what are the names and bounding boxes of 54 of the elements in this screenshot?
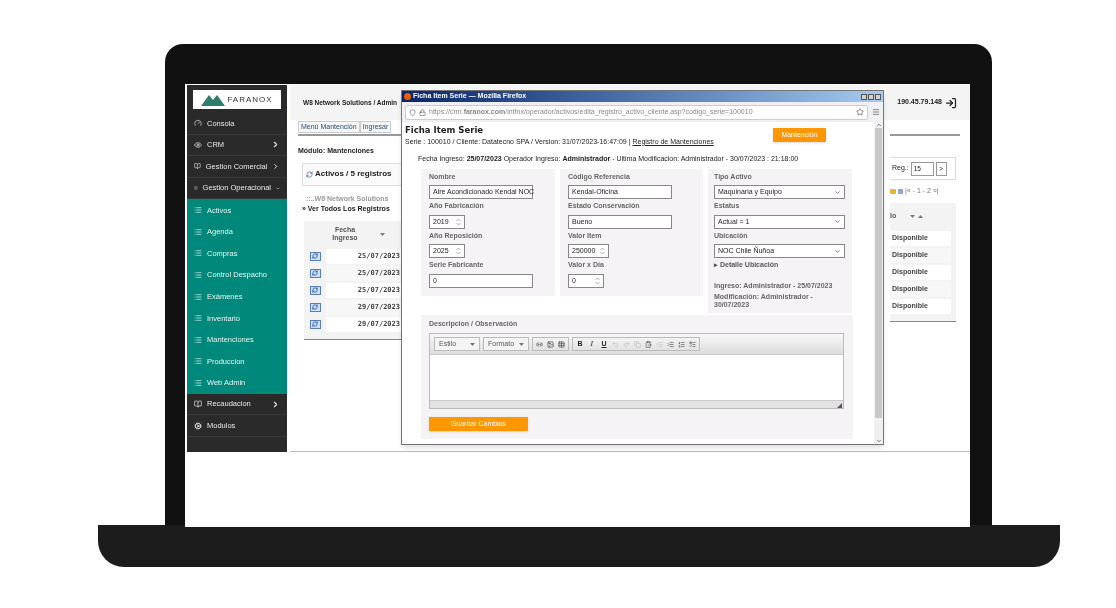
spinner-icon[interactable] (456, 217, 461, 226)
panel-title: Activos / 5 registros (315, 168, 392, 180)
numbered-list-icon[interactable] (678, 340, 685, 348)
edit-icon[interactable] (890, 188, 896, 194)
list-icon (194, 292, 202, 301)
caret-down-icon[interactable] (519, 342, 524, 346)
list-icon (194, 206, 202, 215)
sort-down-icon[interactable] (910, 214, 916, 218)
refresh-icon[interactable] (309, 319, 321, 329)
refresh-icon (306, 170, 313, 178)
table-icon[interactable] (558, 340, 565, 348)
list-icon (194, 357, 202, 366)
list-icon (194, 335, 202, 344)
logo-mark-icon (201, 93, 226, 106)
page-heading: Ficha Item Serie (405, 124, 485, 137)
caret-down-icon[interactable] (470, 342, 475, 346)
paste-icon[interactable] (645, 340, 652, 348)
chevron-down-icon (834, 247, 841, 255)
chevron-right-icon (271, 399, 280, 409)
chevron-right-icon (271, 140, 280, 150)
scroll-down-icon[interactable] (875, 438, 882, 444)
lock-icon (419, 108, 426, 116)
link-icon[interactable] (536, 340, 543, 348)
bookmark-star-icon[interactable] (856, 108, 864, 116)
logout-icon[interactable] (945, 96, 957, 109)
chevron-down-icon (834, 218, 841, 226)
refresh-icon[interactable] (309, 285, 321, 295)
sort-up-icon[interactable] (918, 214, 924, 218)
list-icon (194, 227, 202, 236)
refresh-icon[interactable] (309, 268, 321, 278)
scrollbar[interactable] (874, 122, 883, 444)
chevron-right-icon (272, 162, 280, 171)
logo-text: FARANOX (227, 93, 273, 106)
shield-icon (409, 108, 416, 116)
chevron-down-icon (834, 188, 841, 196)
sort-icon[interactable] (380, 232, 385, 236)
image-icon[interactable] (547, 340, 554, 348)
list-icon (194, 270, 202, 279)
export-icon[interactable] (898, 188, 903, 194)
resize-handle-icon[interactable] (837, 403, 842, 409)
indent-icon[interactable] (667, 340, 674, 348)
spinner-icon[interactable] (456, 247, 461, 256)
list-icon (194, 314, 202, 323)
list-icon (194, 249, 202, 258)
spinner-icon[interactable] (595, 276, 600, 285)
bullet-list-icon[interactable] (689, 340, 696, 348)
window-controls-icon[interactable] (861, 93, 881, 100)
list-icon (194, 378, 202, 387)
firefox-icon (404, 93, 411, 100)
refresh-icon[interactable] (309, 251, 321, 261)
refresh-icon[interactable] (309, 302, 321, 312)
spinner-icon[interactable] (600, 247, 606, 256)
scroll-up-icon[interactable] (875, 122, 882, 128)
logo[interactable]: FARANOX (193, 90, 281, 109)
